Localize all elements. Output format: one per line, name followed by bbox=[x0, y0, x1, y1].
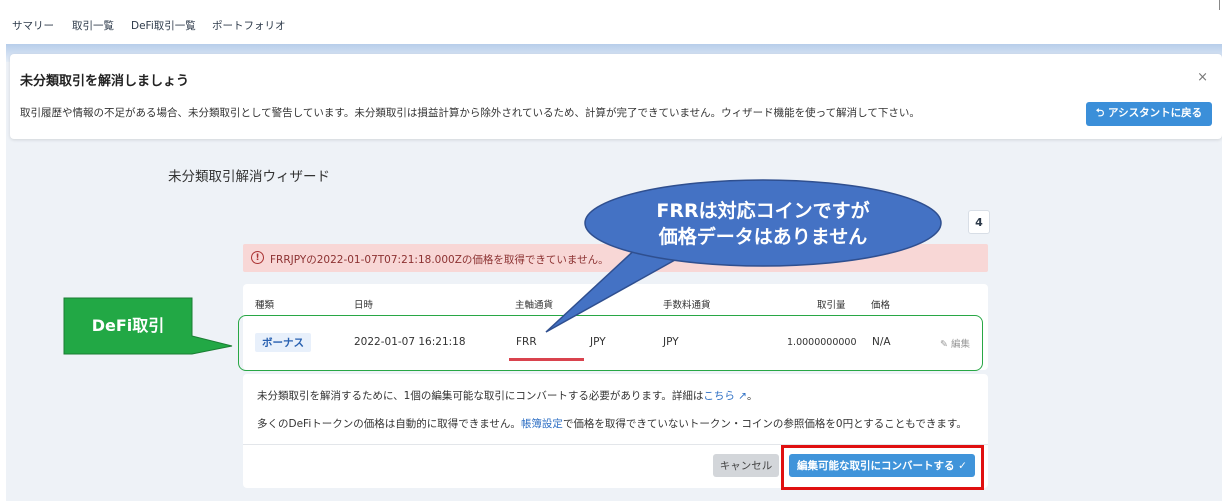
window-edge bbox=[1219, 0, 1220, 10]
alert-title: 未分類取引を解消しましょう bbox=[20, 74, 190, 89]
convert-info-text: 未分類取引を解消するために、1個の編集可能な取引にコンバートする必要があります。… bbox=[257, 388, 757, 403]
details-link[interactable]: こちら ↗ bbox=[703, 390, 747, 402]
defi-label: DeFi取引 bbox=[91, 316, 165, 335]
header-price: 価格 bbox=[871, 300, 891, 311]
defi-row-highlight bbox=[238, 315, 983, 371]
wizard-title: 未分類取引解消ウィザード bbox=[168, 169, 330, 185]
header-base-currency: 主軸通貨 bbox=[515, 300, 554, 311]
header-datetime: 日時 bbox=[354, 300, 374, 311]
defi-info-suffix: で価格を取得できていないトークン・コインの参照価格を0円とすることもできます。 bbox=[562, 418, 967, 430]
unclassified-alert-card: 未分類取引を解消しましょう × 取引履歴や情報の不足がある場合、未分類取引として… bbox=[10, 54, 1222, 139]
alert-description: 取引履歴や情報の不足がある場合、未分類取引として警告しています。未分類取引は損益… bbox=[20, 107, 920, 119]
convert-info-prefix: 未分類取引を解消するために、1個の編集可能な取引にコンバートする必要があります。… bbox=[257, 390, 704, 402]
nav-portfolio[interactable]: ポートフォリオ bbox=[212, 18, 286, 33]
nav-defi-transactions[interactable]: DeFi取引一覧 bbox=[131, 18, 196, 33]
header-fee-currency: 手数料通貨 bbox=[663, 300, 711, 311]
defi-price-info-text: 多くのDeFiトークンの価格は自動的に取得できません。帳簿設定で価格を取得できて… bbox=[257, 416, 967, 431]
header-type: 種類 bbox=[255, 300, 275, 311]
defi-info-prefix: 多くのDeFiトークンの価格は自動的に取得できません。 bbox=[257, 418, 521, 430]
error-icon: ! bbox=[251, 251, 264, 264]
top-nav: サマリー 取引一覧 DeFi取引一覧 ポートフォリオ bbox=[0, 0, 1222, 44]
step-badge: 4 bbox=[968, 210, 990, 234]
ledger-settings-link[interactable]: 帳簿設定 bbox=[521, 418, 563, 430]
callout-text: FRRは対応コインですが 価格データはありません bbox=[656, 200, 870, 248]
convert-info-suffix: 。 bbox=[746, 390, 758, 402]
convert-button-highlight bbox=[781, 445, 984, 490]
header-amount: 取引量 bbox=[817, 300, 846, 311]
nav-transactions[interactable]: 取引一覧 bbox=[72, 18, 114, 33]
nav-summary[interactable]: サマリー bbox=[12, 18, 54, 33]
back-to-assistant-button[interactable]: ⮌ アシスタントに戻る bbox=[1086, 102, 1212, 126]
cancel-button[interactable]: キャンセル bbox=[713, 454, 779, 477]
error-message: FRRJPYの2022-01-07T07:21:18.000Zの価格を取得できて… bbox=[270, 254, 609, 266]
close-icon[interactable]: × bbox=[1197, 70, 1208, 85]
